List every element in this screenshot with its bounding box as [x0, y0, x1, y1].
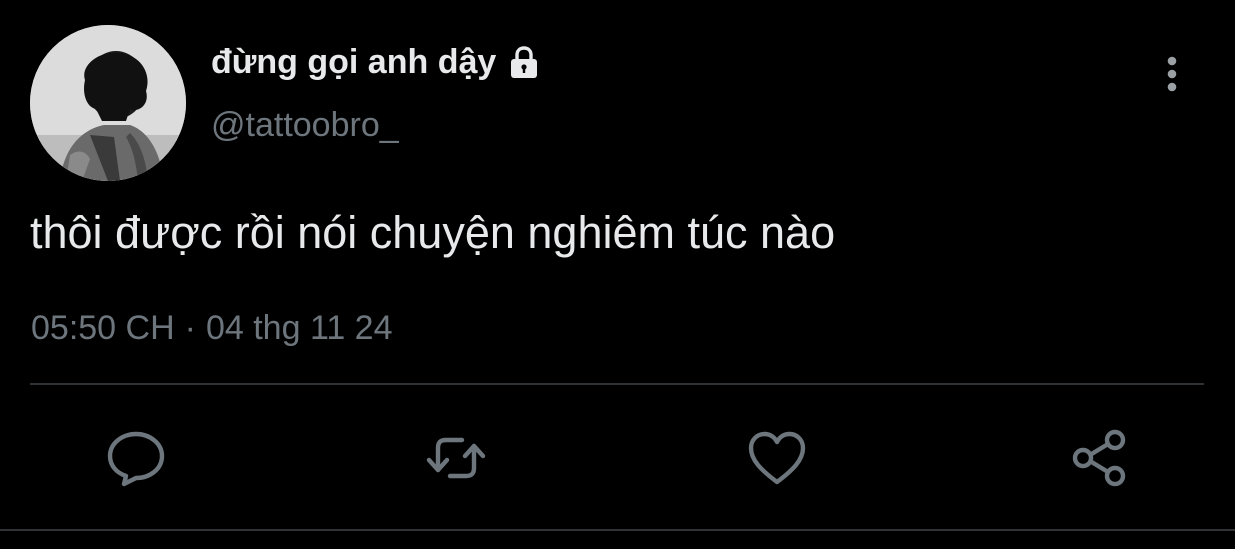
more-options-button[interactable] [1154, 52, 1190, 96]
avatar-photo [30, 25, 186, 181]
retweet-icon [426, 437, 486, 479]
share-icon [1072, 429, 1126, 487]
display-name-row[interactable]: đừng gọi anh dậy [211, 42, 544, 82]
more-vertical-icon [1167, 56, 1177, 92]
tweet-time: 05:50 CH [31, 309, 175, 347]
tweet-text: thôi được rồi nói chuyện nghiêm túc nào [30, 207, 836, 258]
avatar[interactable] [30, 25, 186, 181]
reply-icon [107, 431, 165, 487]
share-button[interactable] [1067, 426, 1131, 490]
user-handle[interactable]: @tattoobro_ [211, 106, 399, 145]
retweet-button[interactable] [424, 426, 488, 490]
lock-icon [504, 42, 544, 82]
tweet-date: 04 thg 11 24 [205, 309, 393, 347]
like-button[interactable] [745, 426, 809, 490]
heart-icon [748, 431, 806, 485]
reply-button[interactable] [104, 426, 168, 490]
timestamp-separator: · [184, 309, 196, 347]
tweet-timestamp[interactable]: 05:50 CH · 04 thg 11 24 [31, 309, 393, 348]
display-name[interactable]: đừng gọi anh dậy [211, 43, 496, 82]
bottom-divider [0, 529, 1235, 531]
divider [30, 383, 1204, 385]
